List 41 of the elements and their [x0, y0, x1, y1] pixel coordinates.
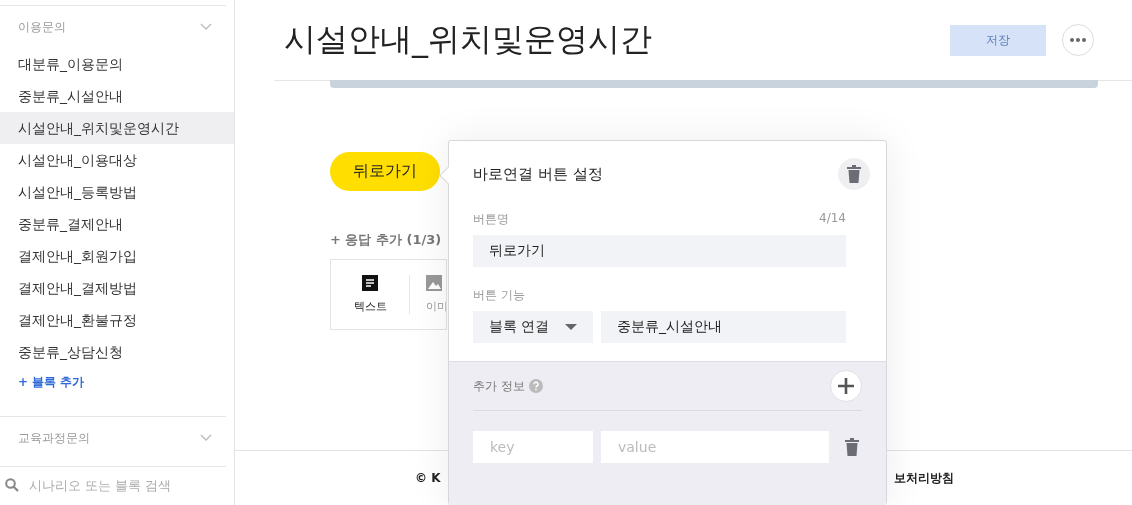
more-button[interactable]: [1062, 24, 1094, 56]
add-block-link[interactable]: + 블록 추가: [0, 368, 234, 396]
trash-icon[interactable]: [845, 438, 859, 456]
section-label: 추가 정보: [473, 377, 525, 395]
delete-button[interactable]: [838, 158, 870, 190]
sidebar-item[interactable]: 중분류_상담신청: [0, 336, 234, 368]
popover-title: 바로연결 버튼 설정: [473, 164, 603, 184]
add-button[interactable]: [830, 370, 862, 402]
function-dropdown[interactable]: 블록 연결: [473, 311, 593, 343]
privacy-link[interactable]: 보처리방침: [894, 469, 954, 487]
text-icon: [362, 275, 378, 291]
search-icon: [5, 478, 19, 492]
value-field[interactable]: value: [601, 431, 829, 463]
copyright-text: © K: [415, 471, 441, 485]
field-label: 버튼 기능: [473, 287, 525, 304]
trash-icon[interactable]: [847, 165, 861, 183]
sidebar-item[interactable]: 시설안내_등록방법: [0, 176, 234, 208]
sidebar-item[interactable]: 결제안내_회원가입: [0, 240, 234, 272]
image-icon: [426, 275, 442, 291]
sidebar-item[interactable]: 중분류_결제안내: [0, 208, 234, 240]
group-title: 교육과정문의: [18, 429, 90, 447]
sidebar-item[interactable]: 결제안내_환불규정: [0, 304, 234, 336]
char-counter: 4/14: [819, 211, 846, 227]
sidebar-item[interactable]: 중분류_시설안내: [0, 80, 234, 112]
response-type-option[interactable]: 텍스트: [331, 275, 410, 314]
search-field[interactable]: 시나리오 또는 블록 검색: [27, 476, 221, 494]
add-response-label: + 응답 추가 (1/3): [330, 231, 442, 249]
caret-icon: [565, 324, 577, 330]
more-icon: [1070, 38, 1086, 42]
sidebar-item[interactable]: 결제안내_결제방법: [0, 272, 234, 304]
field-label: 버튼명: [473, 211, 509, 228]
plus-icon: [838, 378, 854, 394]
sidebar-item[interactable]: 대분류_이용문의: [0, 48, 234, 80]
quick-reply-button[interactable]: 뒤로가기: [330, 152, 440, 191]
group-title: 이용문의: [18, 18, 66, 36]
button-name-field[interactable]: 뒤로가기: [473, 235, 846, 267]
sidebar-item[interactable]: 시설안내_위치및운영시간: [0, 112, 234, 144]
page-title: 시설안내_위치및운영시간: [284, 19, 653, 60]
sidebar-item[interactable]: 시설안내_이용대상: [0, 144, 234, 176]
target-block-field[interactable]: 중분류_시설안내: [601, 311, 846, 343]
key-field[interactable]: key: [473, 431, 593, 463]
